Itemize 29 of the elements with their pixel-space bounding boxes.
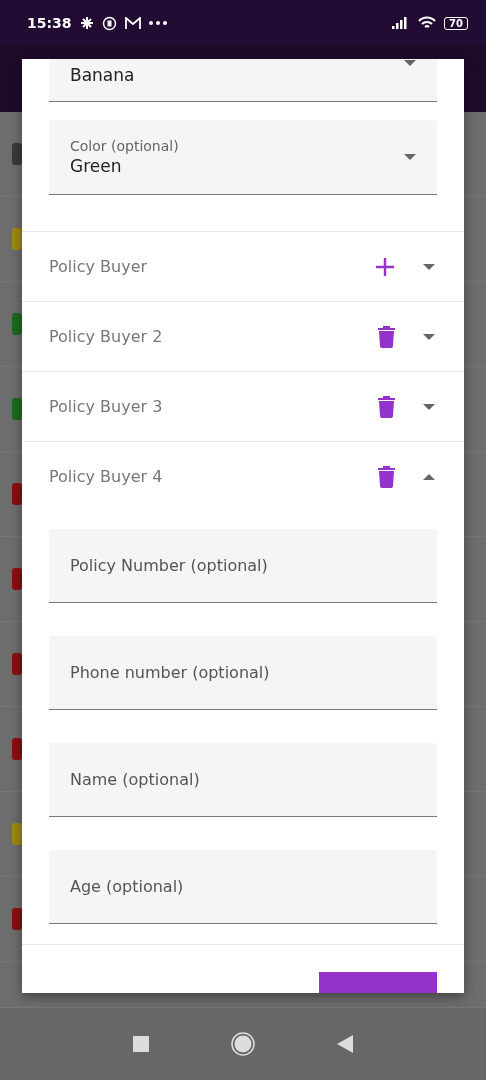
caret-icon[interactable] xyxy=(423,333,435,340)
section-title: Policy Buyer 4 xyxy=(49,467,164,486)
section-title: Policy Buyer 2 xyxy=(49,327,164,346)
input-field[interactable]: Name (optional) xyxy=(49,743,437,817)
snowflake-icon xyxy=(79,16,94,30)
clock-time: 15:38 xyxy=(27,15,72,31)
wifi-icon xyxy=(418,16,437,30)
delete-icon[interactable] xyxy=(378,325,395,348)
select-field[interactable]: Color (optional) Green xyxy=(49,120,437,195)
delete-icon[interactable] xyxy=(378,465,395,488)
more-icon xyxy=(148,21,167,25)
chat-icon xyxy=(101,15,117,31)
back-icon[interactable] xyxy=(337,1035,353,1053)
caret-icon[interactable] xyxy=(423,473,435,480)
battery-icon: 70 xyxy=(444,16,468,30)
input-field[interactable]: Phone number (optional) xyxy=(49,636,437,710)
input-field[interactable]: Policy Number (optional) xyxy=(49,529,437,603)
select-field[interactable]: Banana xyxy=(49,59,437,102)
caret-icon[interactable] xyxy=(423,403,435,410)
section-title: Policy Buyer xyxy=(49,257,149,276)
add-icon[interactable] xyxy=(375,256,395,277)
delete-icon[interactable] xyxy=(378,395,395,418)
caret-icon[interactable] xyxy=(404,60,416,66)
caret-icon[interactable] xyxy=(404,154,416,160)
mail-icon xyxy=(124,16,141,30)
input-field[interactable]: Age (optional) xyxy=(49,850,437,924)
home-icon[interactable] xyxy=(231,1032,255,1056)
section-title: Policy Buyer 3 xyxy=(49,397,164,416)
caret-icon[interactable] xyxy=(423,263,435,270)
